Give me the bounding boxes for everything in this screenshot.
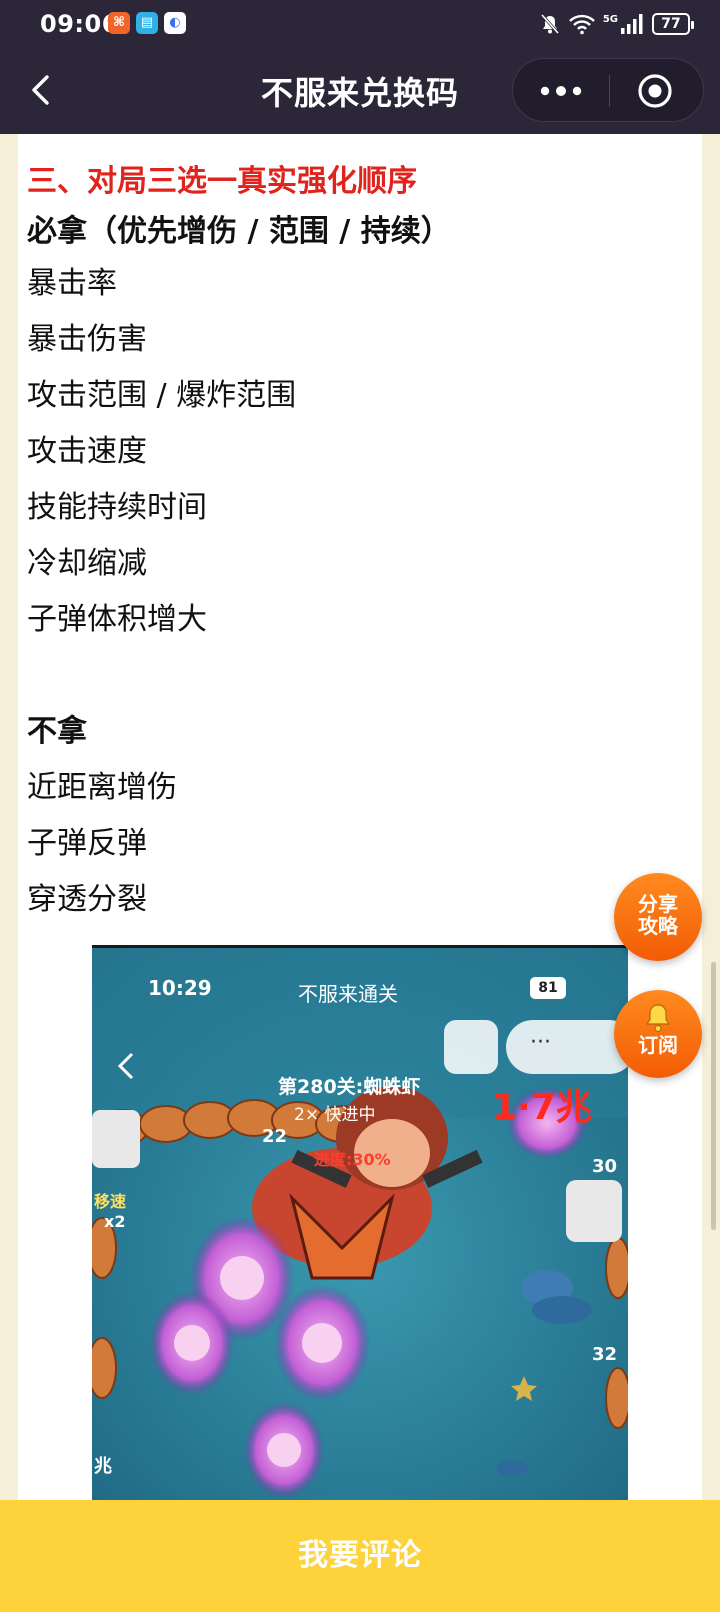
side-number: 22 <box>262 1126 288 1147</box>
share-label-2: 攻略 <box>638 914 678 938</box>
embedded-battery: 81 <box>530 977 566 999</box>
side-number: 30 <box>592 1156 618 1177</box>
must-take-item: 暴击伤害 <box>27 322 147 357</box>
share-label-1: 分享 <box>638 892 678 916</box>
target-icon[interactable] <box>637 73 673 109</box>
subscribe-button[interactable]: 订阅 <box>614 990 702 1078</box>
score-label: 1·7兆 <box>492 1087 592 1128</box>
level-label: 第280关:蜘蛛虾 <box>278 1076 421 1098</box>
embedded-capsule: ··· <box>506 1020 628 1074</box>
mute-bell-icon <box>540 14 559 34</box>
book-app-icon: ▤ <box>136 12 158 34</box>
upgrade-button <box>566 1180 622 1242</box>
must-take-item: 暴击率 <box>27 266 117 301</box>
capsule-divider <box>609 75 610 107</box>
article-content: 三、对局三选一真实强化顺序 必拿（优先增伤 / 范围 / 持续） 暴击率 暴击伤… <box>18 134 702 1500</box>
must-take-heading: 必拿（优先增伤 / 范围 / 持续） <box>27 214 451 249</box>
skip-item: 子弹反弹 <box>27 826 147 861</box>
embedded-title: 不服来通关 <box>298 982 398 1006</box>
side-number: 32 <box>592 1344 618 1365</box>
battery-indicator: 77 <box>652 13 694 35</box>
more-dots-icon[interactable] <box>539 79 583 103</box>
buff-label: 移速 <box>94 1192 127 1211</box>
embedded-user-button <box>444 1020 498 1074</box>
signal-icon <box>621 14 643 34</box>
must-take-item: 子弹体积增大 <box>27 602 207 637</box>
must-take-item: 冷却缩减 <box>27 546 147 581</box>
progress-label: 进度:30% <box>314 1150 391 1169</box>
section-title: 三、对局三选一真实强化顺序 <box>27 164 417 199</box>
wifi-icon <box>568 14 595 35</box>
coin-label: 兆 <box>94 1456 112 1477</box>
browser-app-icon: ◐ <box>164 12 186 34</box>
network-label: 5G <box>602 13 618 25</box>
comment-button[interactable]: 我要评论 <box>0 1530 720 1574</box>
must-take-item: 攻击范围 / 爆炸范围 <box>27 378 297 413</box>
status-bar: 09:06 ⌘ ▤ ◐ 5G 77 <box>0 0 720 48</box>
buff-badge: 移速 x2 <box>94 1188 144 1248</box>
buff-multiplier: x2 <box>104 1212 126 1231</box>
speed-label: 2× 快进中 <box>294 1105 376 1125</box>
skip-item: 穿透分裂 <box>27 882 147 917</box>
embedded-status-time: 10:29 <box>148 976 212 1000</box>
embedded-back-icon <box>117 1052 134 1080</box>
skip-heading: 不拿 <box>27 714 87 749</box>
app-notification-icon: ⌘ <box>108 12 130 34</box>
skip-item: 近距离增伤 <box>27 770 177 805</box>
share-guide-button[interactable]: 分享 攻略 <box>614 873 702 961</box>
must-take-item: 技能持续时间 <box>27 490 207 525</box>
subscribe-label: 订阅 <box>638 1033 678 1057</box>
scrollbar[interactable] <box>711 962 716 1230</box>
bottom-bar: 我要评论 <box>0 1500 720 1612</box>
game-screenshot-image[interactable]: 10:29 不服来通关 81 ··· 第280关:蜘蛛虾 2× 快进中 进度:3… <box>92 945 628 1500</box>
nav-bar: 不服来兑换码 <box>0 48 720 134</box>
pause-button <box>92 1110 140 1168</box>
must-take-item: 攻击速度 <box>27 434 147 469</box>
bell-icon <box>645 1004 671 1033</box>
mini-program-capsule <box>512 58 704 122</box>
